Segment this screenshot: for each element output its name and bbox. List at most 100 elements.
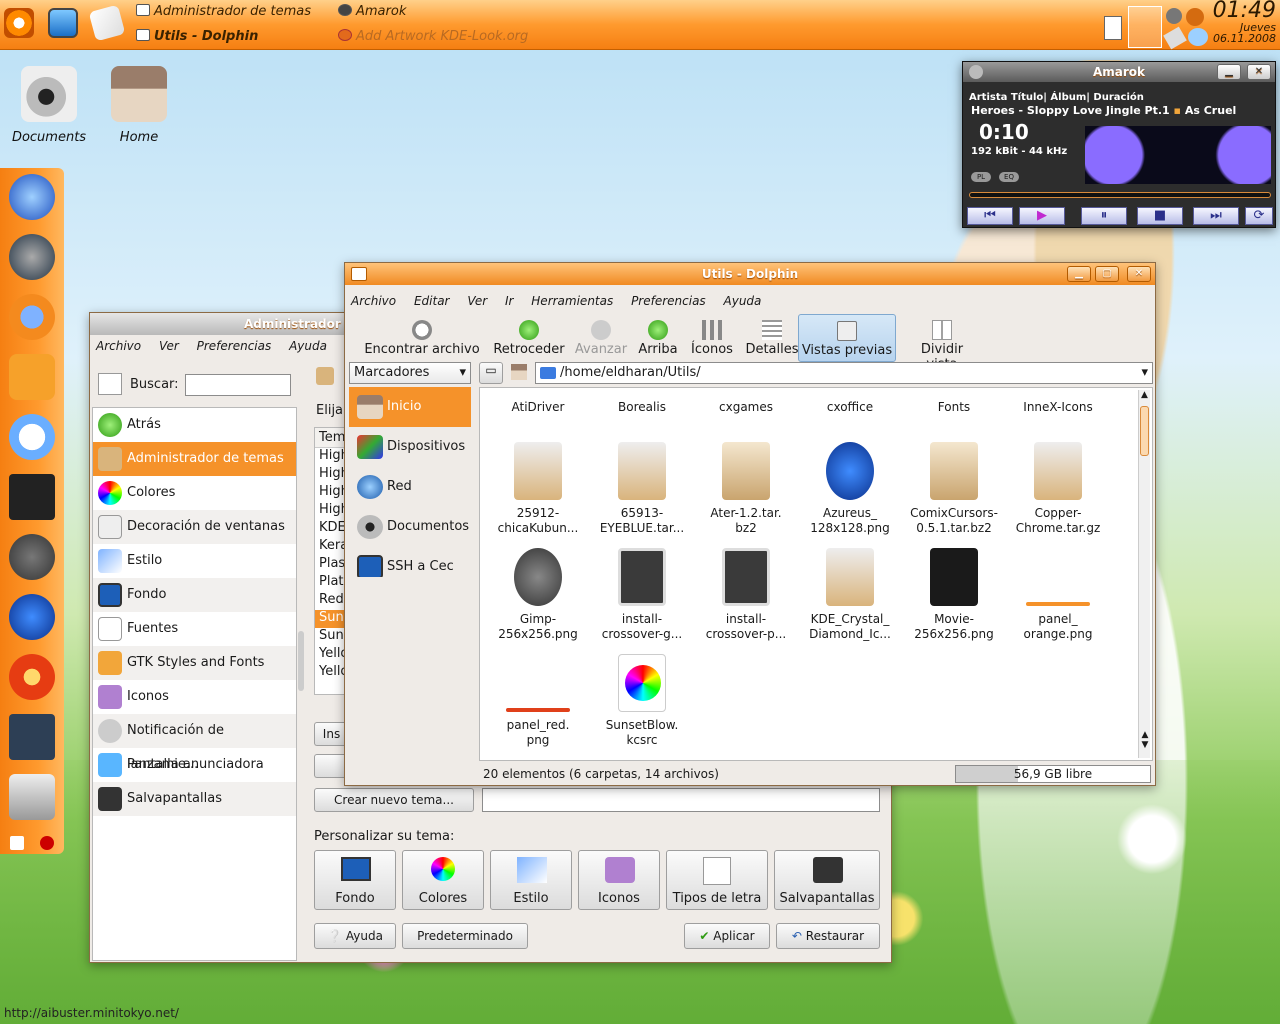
- places-combo[interactable]: Marcadores ▾: [349, 362, 471, 384]
- playlist-toggle[interactable]: PL: [971, 172, 991, 182]
- split-view-button[interactable]: Dividir vista: [905, 314, 979, 372]
- stop-button[interactable]: ■: [1137, 207, 1183, 225]
- task-dolphin[interactable]: Utils - Dolphin: [136, 29, 258, 44]
- pause-button[interactable]: ⏸: [1081, 207, 1127, 225]
- personalize-screensaver-button[interactable]: Salvapantallas: [774, 850, 880, 910]
- nav-notificacion[interactable]: Notificación de lanzamie...: [93, 714, 296, 772]
- pager[interactable]: [1128, 6, 1162, 48]
- file-item[interactable]: KDE_Crystal_ Diamond_Ic...: [798, 548, 902, 642]
- desktop-icon[interactable]: [48, 8, 78, 38]
- dolphin-titlebar[interactable]: Utils - Dolphin ▁ ▢ ✕: [345, 263, 1155, 285]
- file-item[interactable]: install-crossover-p...: [694, 548, 798, 642]
- menu-preferencias[interactable]: Preferencias: [631, 294, 706, 308]
- menu-ayuda[interactable]: Ayuda: [289, 339, 327, 353]
- desktop-icon-home[interactable]: Home: [94, 66, 184, 145]
- reset-button[interactable]: ↶ Restaurar: [776, 923, 880, 949]
- file-item[interactable]: Ater-1.2.tar. bz2: [694, 442, 798, 536]
- find-file-button[interactable]: Encontrar archivo: [357, 314, 487, 362]
- klipper-icon[interactable]: [1104, 16, 1122, 40]
- place-red[interactable]: Red: [349, 467, 471, 507]
- task-browser[interactable]: Add Artwork KDE-Look.org: [338, 29, 528, 44]
- close-button[interactable]: ✕: [1247, 64, 1271, 80]
- file-item[interactable]: panel_ orange.png: [1006, 548, 1110, 642]
- firefox-icon[interactable]: [1186, 8, 1204, 26]
- folder-item[interactable]: Borealis: [590, 400, 694, 415]
- maximize-button[interactable]: ▢: [1095, 266, 1119, 282]
- firefox-icon[interactable]: [9, 294, 55, 340]
- lock-icon[interactable]: [10, 836, 24, 850]
- nav-estilo[interactable]: Estilo: [93, 544, 296, 578]
- kde-menu-icon[interactable]: [4, 8, 34, 38]
- menu-ayuda[interactable]: Ayuda: [724, 294, 762, 308]
- place-ssh[interactable]: SSH a Cec: [349, 547, 471, 577]
- menu-herramientas[interactable]: Herramientas: [531, 294, 613, 308]
- search-input[interactable]: [185, 374, 291, 396]
- nav-theme-manager[interactable]: Administrador de temas: [93, 442, 296, 476]
- back-button[interactable]: Retroceder: [489, 314, 569, 362]
- toggle-sidebar-button[interactable]: ▭: [479, 362, 503, 384]
- location-bar[interactable]: /home/eldharan/Utils/ ▾: [535, 362, 1153, 384]
- next-button[interactable]: ⏭: [1193, 207, 1239, 225]
- menu-ir[interactable]: Ir: [505, 294, 513, 308]
- file-item[interactable]: Movie- 256x256.png: [902, 548, 1006, 642]
- home-location-icon[interactable]: [511, 364, 527, 380]
- task-theme-manager[interactable]: Administrador de temas: [136, 4, 311, 19]
- personalize-fondo-button[interactable]: Fondo: [314, 850, 396, 910]
- file-item[interactable]: install-crossover-g...: [590, 548, 694, 642]
- nav-salvapantallas[interactable]: Salvapantallas: [93, 782, 296, 816]
- place-documentos[interactable]: Documentos: [349, 507, 471, 547]
- remove-theme-button[interactable]: [314, 754, 348, 778]
- file-item[interactable]: panel_red. png: [486, 654, 590, 748]
- folder-item[interactable]: cxoffice: [798, 400, 902, 415]
- file-item[interactable]: 25912- chicaKubun...: [486, 442, 590, 536]
- file-item[interactable]: Azureus_ 128x128.png: [798, 442, 902, 536]
- terminal-icon[interactable]: [9, 714, 55, 760]
- details-view-button[interactable]: Detalles: [741, 314, 803, 362]
- apply-button[interactable]: ✔ Aplicar: [684, 923, 770, 949]
- amarok-titlebar[interactable]: Amarok ▁ ✕: [963, 62, 1275, 82]
- personalize-fonts-button[interactable]: Tipos de letra: [666, 850, 768, 910]
- k3b-icon[interactable]: [9, 654, 55, 700]
- file-view-scrollbar[interactable]: ▲ ▲ ▼: [1138, 390, 1150, 758]
- equalizer-toggle[interactable]: EQ: [999, 172, 1019, 182]
- personalize-colores-button[interactable]: Colores: [402, 850, 484, 910]
- place-dispositivos[interactable]: Dispositivos: [349, 427, 471, 467]
- folder-item[interactable]: InneX-Icons: [1006, 400, 1110, 415]
- repeat-button[interactable]: ⟳: [1245, 207, 1273, 225]
- close-button[interactable]: ✕: [1127, 266, 1151, 282]
- editor-icon[interactable]: [88, 4, 126, 42]
- scroll-down-arrow[interactable]: ▲ ▼: [1139, 730, 1151, 758]
- video-player-icon[interactable]: [9, 474, 55, 520]
- up-button[interactable]: Arriba: [633, 314, 683, 362]
- azureus-icon[interactable]: [9, 594, 55, 640]
- play-button[interactable]: ▶: [1019, 207, 1065, 225]
- nav-gtk[interactable]: GTK Styles and Fonts: [93, 646, 296, 680]
- icons-view-button[interactable]: Íconos: [687, 314, 737, 362]
- chevron-down-icon[interactable]: ▾: [1141, 363, 1148, 383]
- menu-editar[interactable]: Editar: [414, 294, 450, 308]
- help-button[interactable]: ❔ Ayuda: [314, 923, 396, 949]
- forward-button[interactable]: Avanzar: [571, 314, 631, 362]
- minimize-button[interactable]: ▁: [1217, 64, 1241, 80]
- file-item[interactable]: Copper- Chrome.tar.gz: [1006, 442, 1110, 536]
- nav-back[interactable]: Atrás: [93, 408, 296, 442]
- install-theme-button[interactable]: Ins: [314, 722, 348, 746]
- theme-list-scrollbar[interactable]: [298, 631, 304, 691]
- preview-view-button[interactable]: Vistas previas: [798, 314, 896, 362]
- nav-decoracion[interactable]: Decoración de ventanas: [93, 510, 296, 544]
- desktop-icon-documents[interactable]: Documents: [4, 66, 94, 145]
- seek-slider[interactable]: [969, 192, 1271, 198]
- personalize-iconos-button[interactable]: Iconos: [578, 850, 660, 910]
- file-item[interactable]: SunsetBlow. kcsrc: [590, 654, 694, 748]
- menu-ver[interactable]: Ver: [467, 294, 487, 308]
- trash-icon[interactable]: [9, 774, 55, 820]
- nav-fondo[interactable]: Fondo: [93, 578, 296, 612]
- gimp-icon[interactable]: [9, 534, 55, 580]
- folder-item[interactable]: cxgames: [694, 400, 798, 415]
- default-button[interactable]: Predeterminado: [402, 923, 528, 949]
- personalize-estilo-button[interactable]: Estilo: [490, 850, 572, 910]
- clear-search-icon[interactable]: [98, 373, 122, 395]
- scrollbar-thumb[interactable]: [1140, 406, 1149, 456]
- volume-icon[interactable]: [1166, 8, 1182, 24]
- nav-colores[interactable]: Colores: [93, 476, 296, 510]
